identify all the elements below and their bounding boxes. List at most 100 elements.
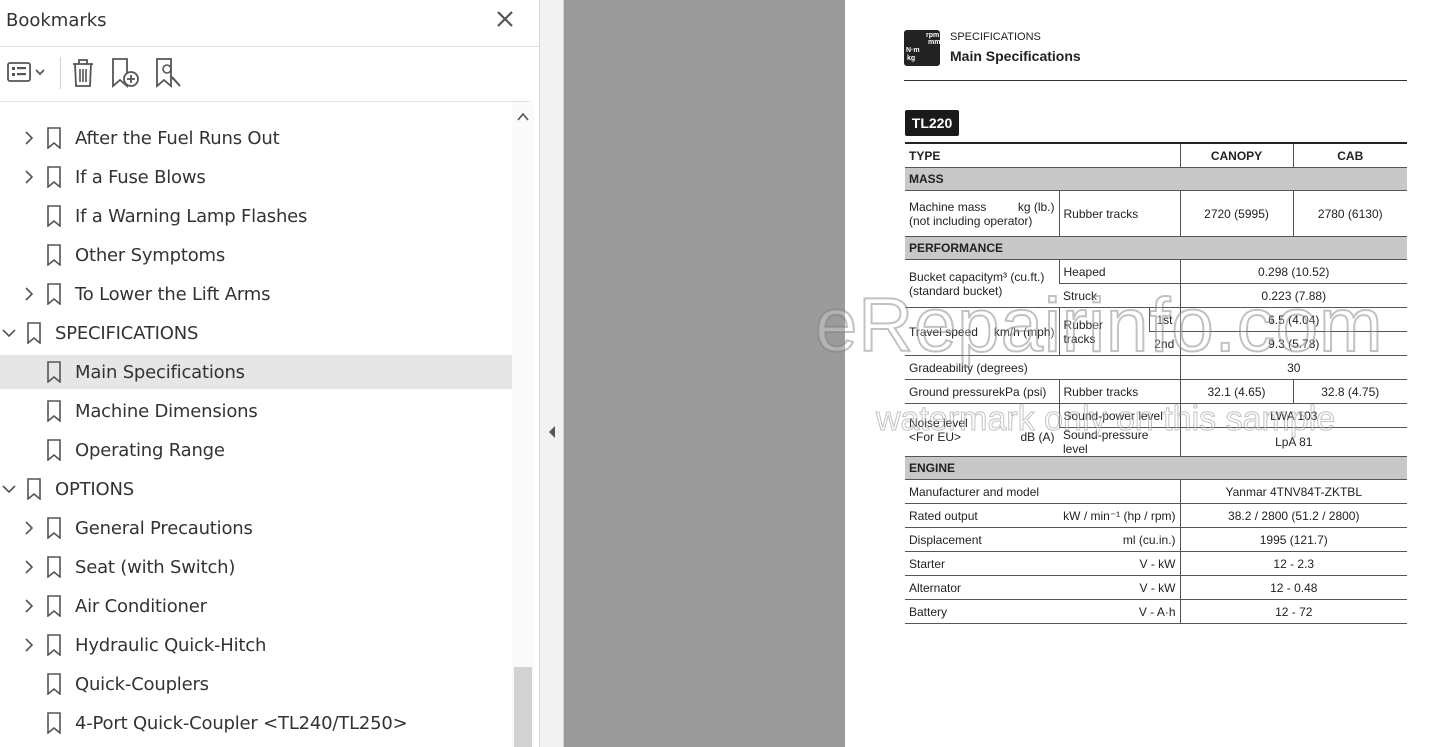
bookmark-item[interactable]: General Precautions (0, 511, 512, 545)
table-row: Starter V - kW 12 - 2.3 (905, 551, 1407, 576)
document-page: rpm mm N·m kg SPECIFICATIONS Main Specif… (845, 0, 1431, 747)
rated-output-cell: Rated output kW / min⁻¹ (hp / rpm) (905, 503, 1180, 528)
chevron-right-icon[interactable] (21, 130, 37, 146)
alternator-cell: Alternator V - kW (905, 575, 1180, 600)
starter-cell: Starter V - kW (905, 551, 1180, 576)
model-badge: TL220 (905, 110, 959, 136)
bookmark-list: After the Fuel Runs Out If a Fuse Blows If… (0, 102, 512, 747)
scrollbar[interactable] (512, 102, 534, 747)
bookmark-item[interactable]: Main Specifications (0, 355, 512, 389)
bookmark-item[interactable]: Operating Range (0, 433, 512, 467)
bookmark-icon (47, 439, 61, 461)
table-row: Ground pressurekPa (psi) Rubber tracks 3… (905, 379, 1407, 404)
bookmark-item[interactable]: Air Conditioner (0, 589, 512, 623)
bookmark-item[interactable]: If a Fuse Blows (0, 160, 512, 194)
bookmark-icon (47, 400, 61, 422)
specifications-table: TYPE CANOPY CAB MASS Machine mass kg (lb.… (905, 142, 1407, 624)
section-row-performance: PERFORMANCE (905, 236, 1407, 260)
table-header-row: TYPE CANOPY CAB (905, 142, 1407, 168)
bookmark-icon (47, 517, 61, 539)
machine-mass-cell: Machine mass kg (lb.) (not including oper… (905, 190, 1059, 237)
bookmark-item[interactable]: Seat (with Switch) (0, 550, 512, 584)
collapse-panel-icon[interactable] (546, 424, 558, 440)
bookmark-icon (27, 478, 41, 500)
specifications-icon: rpm mm N·m kg (904, 30, 940, 66)
bookmark-item[interactable]: After the Fuel Runs Out (0, 121, 512, 155)
section-title: Main Specifications (950, 48, 1081, 64)
toolbar-separator (60, 57, 61, 89)
travel-speed-cell: Travel speed km/h (mph) (905, 307, 1059, 356)
table-row: Manufacturer and model Yanmar 4TNV84T-ZK… (905, 479, 1407, 504)
table-row: Gradeability (degrees) 30 (905, 355, 1407, 380)
bookmarks-header: Bookmarks (0, 0, 539, 47)
find-bookmark-icon[interactable] (152, 56, 186, 90)
bookmark-label: If a Fuse Blows (75, 167, 206, 188)
section-row-engine: ENGINE (905, 456, 1407, 480)
trash-icon[interactable] (68, 56, 98, 90)
rubber-tracks-cell: Rubber tracks (1058, 307, 1149, 356)
table-row: Travel speed km/h (mph) Rubber tracks 1st… (905, 307, 1407, 356)
bucket-capacity-cell: Bucket capacitym³ (cu.ft.) (standard buc… (905, 259, 1059, 308)
canopy-header: CANOPY (1179, 142, 1293, 168)
list-options-icon[interactable] (6, 56, 48, 90)
bookmark-icon (47, 673, 61, 695)
bookmark-item[interactable]: To Lower the Lift Arms (0, 277, 512, 311)
bookmark-icon (47, 556, 61, 578)
bookmark-item[interactable]: OPTIONS (0, 472, 512, 506)
panel-splitter[interactable] (540, 0, 564, 747)
table-row: Noise level <For EU> dB (A) Sound-power l… (905, 403, 1407, 457)
add-bookmark-icon[interactable] (108, 56, 142, 90)
bookmark-label: Main Specifications (75, 362, 245, 383)
header-divider (904, 80, 1407, 81)
scrollbar-thumb[interactable] (514, 667, 532, 747)
bookmark-icon (47, 166, 61, 188)
chevron-right-icon[interactable] (21, 520, 37, 536)
scroll-up-icon[interactable] (516, 110, 530, 124)
table-row: Displacement ml (cu.in.) 1995 (121.7) (905, 527, 1407, 552)
bookmark-item[interactable]: 4-Port Quick-Coupler <TL240/TL250> (0, 706, 512, 740)
bookmark-item[interactable]: Other Symptoms (0, 238, 512, 272)
chevron-down-icon[interactable] (1, 481, 17, 497)
bookmark-label: Hydraulic Quick-Hitch (75, 635, 267, 656)
bookmark-label: Operating Range (75, 440, 225, 461)
close-icon[interactable] (494, 8, 516, 30)
chevron-right-icon[interactable] (21, 169, 37, 185)
bookmark-icon (47, 634, 61, 656)
table-row: Battery V - A·h 12 - 72 (905, 599, 1407, 624)
chevron-right-icon[interactable] (21, 559, 37, 575)
bookmark-item[interactable]: SPECIFICATIONS (0, 316, 512, 350)
bookmark-label: Machine Dimensions (75, 401, 258, 422)
bookmark-icon (47, 244, 61, 266)
chevron-down-icon[interactable] (1, 325, 17, 341)
displacement-cell: Displacement ml (cu.in.) (905, 527, 1180, 552)
ground-pressure-cell: Ground pressurekPa (psi) (905, 379, 1059, 404)
bookmarks-panel: Bookmarks After the Fuel Runs Out If a F… (0, 0, 540, 747)
bookmark-label: After the Fuel Runs Out (75, 128, 280, 149)
bookmark-icon (27, 322, 41, 344)
bookmarks-toolbar (0, 47, 530, 102)
section-row-mass: MASS (905, 167, 1407, 191)
bookmark-label: General Precautions (75, 518, 253, 539)
bookmark-label: SPECIFICATIONS (55, 323, 199, 344)
chevron-right-icon[interactable] (21, 286, 37, 302)
bookmark-label: OPTIONS (55, 479, 134, 500)
bookmark-item[interactable]: If a Warning Lamp Flashes (0, 199, 512, 233)
bookmark-icon (47, 283, 61, 305)
table-row: Machine mass kg (lb.) (not including oper… (905, 190, 1407, 237)
bookmark-label: Quick-Couplers (75, 674, 209, 695)
bookmark-item[interactable]: Machine Dimensions (0, 394, 512, 428)
table-row: Bucket capacitym³ (cu.ft.) (standard buc… (905, 259, 1407, 308)
table-row: Alternator V - kW 12 - 0.48 (905, 575, 1407, 600)
chevron-right-icon[interactable] (21, 637, 37, 653)
bookmark-label: Air Conditioner (75, 596, 207, 617)
cab-header: CAB (1292, 142, 1407, 168)
noise-level-cell: Noise level <For EU> dB (A) (905, 403, 1059, 457)
bookmarks-title: Bookmarks (6, 10, 107, 31)
bookmark-item[interactable]: Quick-Couplers (0, 667, 512, 701)
chevron-right-icon[interactable] (21, 598, 37, 614)
bookmark-label: If a Warning Lamp Flashes (75, 206, 308, 227)
bookmark-icon (47, 127, 61, 149)
type-header: TYPE (905, 142, 1180, 168)
bookmark-item[interactable]: Hydraulic Quick-Hitch (0, 628, 512, 662)
bookmark-label: 4-Port Quick-Coupler <TL240/TL250> (75, 713, 408, 734)
